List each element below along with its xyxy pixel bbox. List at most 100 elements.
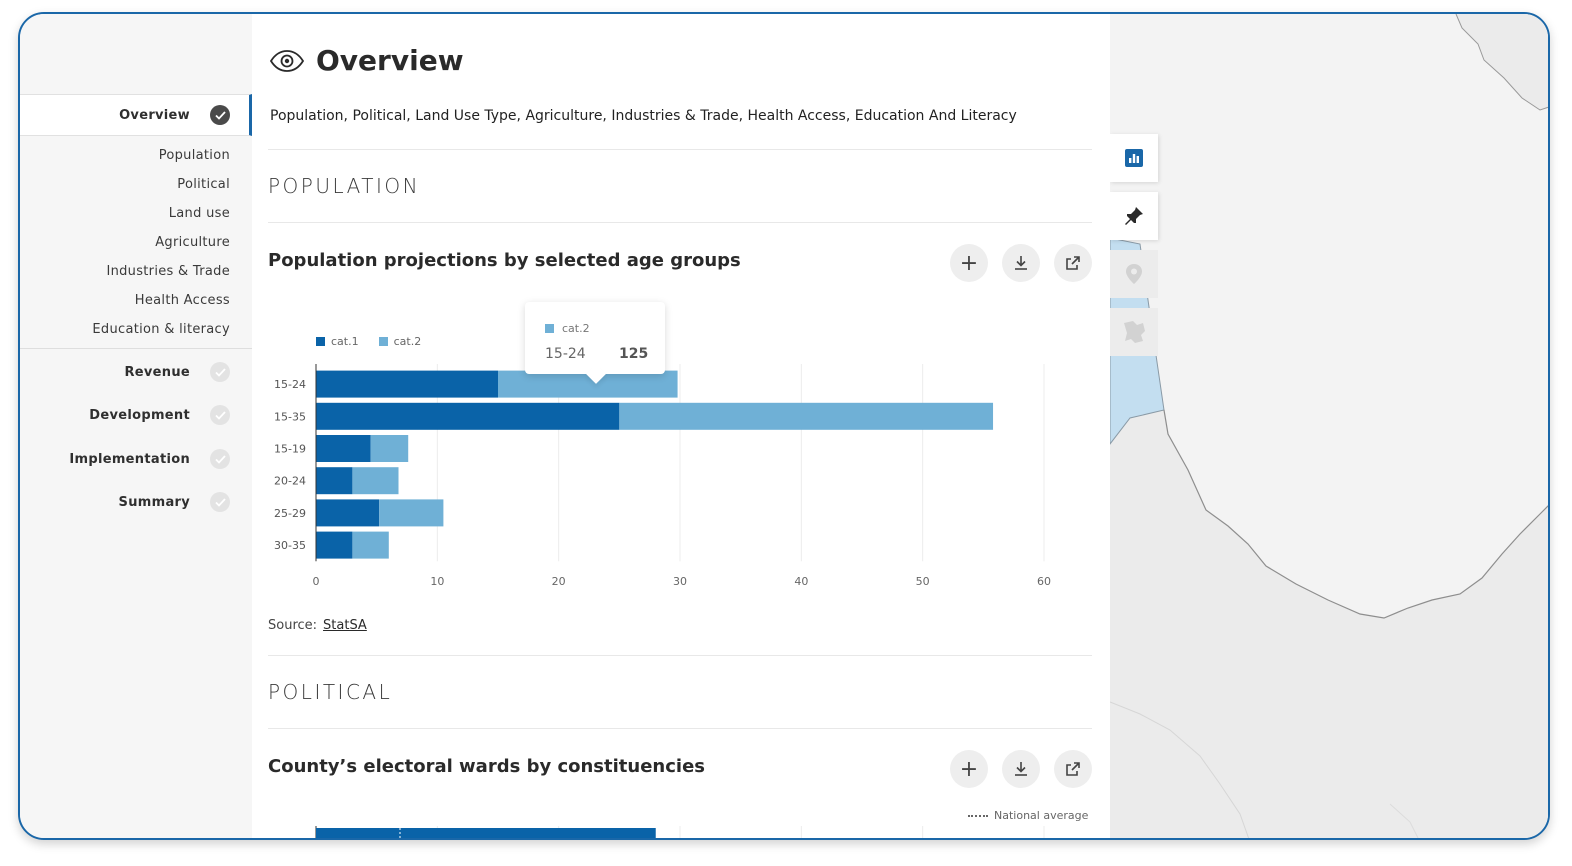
map-toolbar <box>1110 134 1158 366</box>
x-tick-label: 40 <box>794 575 808 588</box>
bar-cat2 <box>352 531 389 559</box>
sidebar-item-population[interactable]: Population <box>159 148 230 163</box>
legend-swatch-cat2 <box>378 337 388 346</box>
check-circle-icon <box>210 405 230 425</box>
x-tick-label: 0 <box>313 575 320 588</box>
dotted-line-swatch <box>968 814 988 817</box>
tooltip-swatch <box>545 324 554 333</box>
x-tick-label: 50 <box>916 575 930 588</box>
sidebar-item-education-literacy[interactable]: Education & literacy <box>92 322 230 337</box>
legend-swatch-cat1 <box>316 337 325 346</box>
external-link-icon <box>1066 256 1080 270</box>
add-button[interactable]: + <box>950 750 988 788</box>
sidebar-item-label: Summary <box>118 494 190 510</box>
check-circle-icon <box>210 492 230 512</box>
open-external-button[interactable] <box>1054 244 1092 282</box>
sidebar-item-label: Development <box>89 407 190 423</box>
sidebar-item-implementation[interactable]: Implementation <box>69 449 230 469</box>
check-circle-icon <box>210 362 230 382</box>
bar-cat1 <box>316 435 371 462</box>
y-tick-label: 30-35 <box>274 539 306 552</box>
bar-cat1 <box>316 467 353 495</box>
sidebar-item-label: Revenue <box>124 364 190 380</box>
location-button[interactable] <box>1110 250 1158 298</box>
sidebar-item-summary[interactable]: Summary <box>119 492 230 512</box>
tooltip-series: cat.2 <box>545 322 590 335</box>
sidebar-item-political[interactable]: Political <box>177 177 230 192</box>
country-outline-button[interactable] <box>1110 308 1158 356</box>
bar-cat1 <box>316 402 620 430</box>
x-tick-label: 10 <box>430 575 444 588</box>
divider <box>268 655 1092 656</box>
bar-cat2 <box>619 402 994 430</box>
bar <box>316 828 656 838</box>
section-label-population: POPULATION <box>268 174 421 198</box>
eye-icon <box>270 49 304 72</box>
y-tick-label: 20-24 <box>274 475 306 488</box>
sidebar-divider <box>20 348 252 349</box>
download-button[interactable] <box>1002 244 1040 282</box>
add-button[interactable]: + <box>950 244 988 282</box>
national-average-label: National average <box>994 809 1089 822</box>
divider <box>268 149 1092 150</box>
sidebar-item-revenue[interactable]: Revenue <box>124 362 230 382</box>
chart-source: Source: StatSA <box>268 618 367 633</box>
main-content: Overview Population, Political, Land Use… <box>252 14 1110 838</box>
section-breadcrumb: Population, Political, Land Use Type, Ag… <box>270 108 1017 124</box>
tooltip-series-label: cat.2 <box>562 322 590 335</box>
tooltip-value: 125 <box>619 346 649 362</box>
chart-title-population: Population projections by selected age g… <box>268 250 741 271</box>
y-tick-label: 25-29 <box>274 507 306 520</box>
sidebar-item-label: Implementation <box>69 451 190 467</box>
x-tick-label: 30 <box>673 575 687 588</box>
sidebar-item-health-access[interactable]: Health Access <box>135 293 230 308</box>
bar-cat1 <box>316 531 353 559</box>
map-canvas <box>1110 14 1548 838</box>
check-circle-icon <box>210 449 230 469</box>
source-link[interactable]: StatSA <box>323 618 367 633</box>
bar-cat2 <box>379 499 444 527</box>
page-title: Overview <box>270 44 464 77</box>
page-title-text: Overview <box>316 44 464 77</box>
chart-legend: cat.1 cat.2 <box>316 335 421 348</box>
y-tick-label: 15-24 <box>274 378 306 391</box>
app-frame: Overview Population Political Land use A… <box>18 12 1550 840</box>
chart-view-button[interactable] <box>1110 134 1158 182</box>
open-external-button[interactable] <box>1054 750 1092 788</box>
political-bar-chart <box>315 826 1045 838</box>
legend-label-cat2: cat.2 <box>393 335 422 348</box>
download-icon <box>1015 762 1027 776</box>
pin-button[interactable] <box>1110 192 1158 240</box>
sidebar-item-agriculture[interactable]: Agriculture <box>155 235 230 250</box>
sidebar-item-industries-trade[interactable]: Industries & Trade <box>106 264 230 279</box>
tooltip-category: 15-24 <box>545 346 586 362</box>
legend-label-cat1: cat.1 <box>331 335 359 348</box>
y-tick-label: 15-19 <box>274 443 306 456</box>
check-circle-icon <box>210 105 230 125</box>
bar-cat1 <box>316 370 498 398</box>
bar-cat1 <box>316 499 380 527</box>
location-pin-icon <box>1126 264 1142 284</box>
y-tick-label: 15-35 <box>274 410 306 423</box>
download-button[interactable] <box>1002 750 1040 788</box>
chart-actions: + <box>950 750 1092 788</box>
divider <box>268 728 1092 729</box>
population-bar-chart: 0 10 20 30 40 50 60 15-24 15-35 15-19 20-24 25-29 30… <box>274 364 1051 588</box>
source-label: Source: <box>268 618 318 633</box>
bar-chart-icon <box>1125 149 1143 167</box>
download-icon <box>1015 256 1027 270</box>
chart-title-political: County’s electoral wards by constituenci… <box>268 756 705 777</box>
map-panel[interactable] <box>1110 14 1548 838</box>
sidebar-item-development[interactable]: Development <box>89 405 230 425</box>
chart-tooltip: cat.2 15-24 125 <box>525 302 665 384</box>
pin-icon <box>1125 207 1143 225</box>
plus-icon: + <box>959 756 979 782</box>
plus-icon: + <box>959 250 979 276</box>
section-label-political: POLITICAL <box>268 680 393 704</box>
bar-cat2 <box>352 467 399 495</box>
chart-actions: + <box>950 244 1092 282</box>
sidebar-item-overview[interactable]: Overview <box>119 105 230 125</box>
sidebar: Overview Population Political Land use A… <box>20 14 252 838</box>
sidebar-item-land-use[interactable]: Land use <box>169 206 230 221</box>
x-tick-label: 20 <box>552 575 566 588</box>
